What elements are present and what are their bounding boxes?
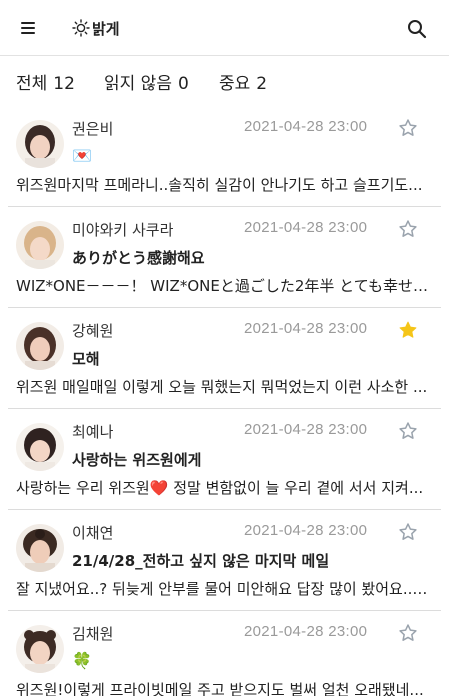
star-filled-icon[interactable] bbox=[398, 320, 418, 340]
mail-subject: 사랑하는 위즈원에게 bbox=[72, 451, 202, 469]
mail-subject: 🍀 bbox=[72, 651, 92, 670]
mail-row[interactable]: 이채연 2021-04-28 23:00 21/4/28_전하고 싶지 않은 마… bbox=[8, 510, 441, 611]
mail-time: 2021-04-28 23:00 bbox=[244, 522, 368, 539]
hamburger-menu-icon[interactable] bbox=[18, 18, 38, 38]
star-outline-icon[interactable] bbox=[398, 522, 418, 542]
star-outline-icon[interactable] bbox=[398, 118, 418, 138]
filter-tabs: 전체 12 읽지 않음 0 중요 2 bbox=[0, 57, 449, 105]
mail-time: 2021-04-28 23:00 bbox=[244, 118, 368, 135]
heart-emoji: ❤️ bbox=[149, 479, 169, 497]
mail-subject: 💌 bbox=[72, 146, 92, 165]
avatar bbox=[16, 221, 64, 269]
sender-name: 이채연 bbox=[72, 524, 114, 542]
preview-text: 정말 변함없이 늘 우리 곁에 서서 지켜... bbox=[168, 479, 424, 497]
mail-row[interactable]: 권은비 2021-04-28 23:00 💌 위즈원마지막 프메라니..솔직히 … bbox=[8, 106, 441, 207]
avatar bbox=[16, 322, 64, 370]
sender-name: 권은비 bbox=[72, 120, 114, 138]
mail-preview: 위즈원마지막 프메라니..솔직히 실감이 안나기도 하고 슬프기도... bbox=[16, 176, 423, 194]
mail-time: 2021-04-28 23:00 bbox=[244, 421, 368, 438]
top-app-bar: 밝게 bbox=[0, 0, 449, 56]
mail-time: 2021-04-28 23:00 bbox=[244, 623, 368, 640]
filter-all[interactable]: 전체 12 bbox=[16, 69, 75, 94]
mail-time: 2021-04-28 23:00 bbox=[244, 320, 368, 337]
mail-preview: 위즈원!이렇게 프라이빗메일 주고 받으지도 벌써 얼천 오래됐네... bbox=[16, 681, 424, 696]
star-outline-icon[interactable] bbox=[398, 623, 418, 643]
preview-text: 사랑하는 우리 위즈원 bbox=[16, 479, 150, 497]
star-outline-icon[interactable] bbox=[398, 219, 418, 239]
sender-name: 강혜원 bbox=[72, 322, 114, 340]
theme-label: 밝게 bbox=[92, 19, 120, 38]
mail-row[interactable]: 김채원 2021-04-28 23:00 🍀 위즈원!이렇게 프라이빗메일 주고… bbox=[8, 611, 441, 696]
avatar bbox=[16, 120, 64, 168]
mail-row[interactable]: 최예나 2021-04-28 23:00 사랑하는 위즈원에게 사랑하는 우리 … bbox=[8, 409, 441, 510]
mail-preview: 잘 지냈어요..? 뒤늦게 안부를 물어 미안해요 답장 많이 봤어요.. ..… bbox=[16, 580, 428, 598]
mail-preview: WIZ*ONE－－－！ WIZ*ONEと過ごした2年半 とても幸せな... bbox=[16, 277, 428, 295]
filter-unread-count: 0 bbox=[177, 74, 189, 94]
mail-row[interactable]: 미야와키 사쿠라 2021-04-28 23:00 ありがとう感謝해요 WIZ*… bbox=[8, 207, 441, 308]
avatar bbox=[16, 524, 64, 572]
mail-preview: 사랑하는 우리 위즈원❤️ 정말 변함없이 늘 우리 곁에 서서 지켜... bbox=[16, 477, 428, 498]
filter-important-label: 중요 bbox=[219, 74, 251, 94]
search-icon[interactable] bbox=[406, 18, 428, 40]
filter-important[interactable]: 중요 2 bbox=[219, 69, 267, 94]
avatar bbox=[16, 423, 64, 471]
sender-name: 최예나 bbox=[72, 423, 114, 441]
avatar bbox=[16, 625, 64, 673]
filter-all-label: 전체 bbox=[16, 74, 48, 94]
mail-preview: 위즈원 매일매일 이렇게 오늘 뭐했는지 뭐먹었는지 이런 사소한 ... bbox=[16, 378, 428, 396]
filter-unread[interactable]: 읽지 않음 0 bbox=[104, 69, 189, 94]
filter-important-count: 2 bbox=[256, 74, 268, 94]
sender-name: 김채원 bbox=[72, 625, 114, 643]
mail-time: 2021-04-28 23:00 bbox=[244, 219, 368, 236]
mail-row[interactable]: 강혜원 2021-04-28 23:00 모해 위즈원 매일매일 이렇게 오늘 … bbox=[8, 308, 441, 409]
mail-subject: 21/4/28_전하고 싶지 않은 마지막 메일 bbox=[72, 552, 330, 570]
filter-all-count: 12 bbox=[53, 74, 75, 94]
sender-name: 미야와키 사쿠라 bbox=[72, 221, 174, 239]
mail-subject: ありがとう感謝해요 bbox=[72, 249, 205, 267]
theme-toggle-button[interactable]: 밝게 bbox=[72, 16, 120, 40]
mail-subject: 모해 bbox=[72, 350, 100, 368]
sun-icon bbox=[72, 19, 90, 37]
star-outline-icon[interactable] bbox=[398, 421, 418, 441]
filter-unread-label: 읽지 않음 bbox=[104, 74, 172, 94]
